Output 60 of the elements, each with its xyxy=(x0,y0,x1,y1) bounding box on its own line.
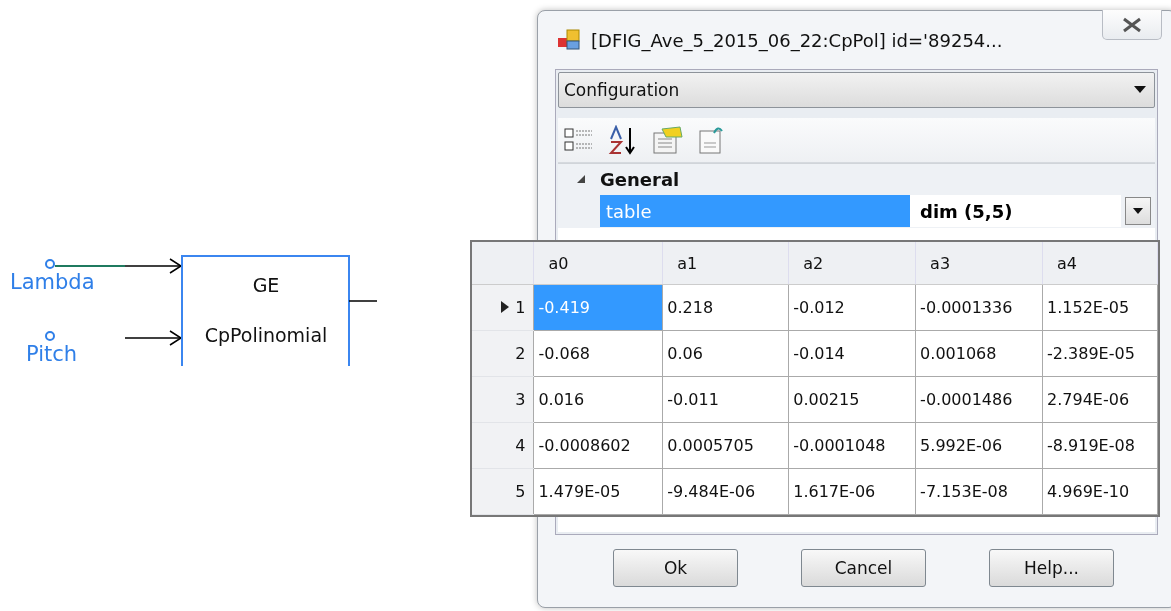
table-cell[interactable]: 1.152E-05 xyxy=(1042,284,1158,331)
table-cell[interactable]: -7.153E-08 xyxy=(915,468,1043,515)
column-header[interactable]: a4 xyxy=(1042,242,1158,285)
caret-icon xyxy=(1133,208,1143,214)
column-header[interactable]: a0 xyxy=(533,242,663,285)
port-label: Lambda xyxy=(10,270,95,294)
sort-icon[interactable] xyxy=(608,125,638,155)
categorized-icon[interactable] xyxy=(564,126,594,154)
dropdown-button[interactable] xyxy=(1125,197,1151,225)
dialog-button[interactable]: Ok xyxy=(613,549,738,587)
port-label: Pitch xyxy=(26,342,78,366)
current-row-icon xyxy=(501,301,510,313)
table-cell[interactable]: 2.794E-06 xyxy=(1042,376,1158,423)
table-cell[interactable]: -0.0001336 xyxy=(915,284,1043,331)
category-dropdown[interactable]: Configuration xyxy=(558,72,1155,108)
block-label: CpPolinomial xyxy=(204,324,328,346)
table-cell[interactable]: 1.617E-06 xyxy=(788,468,916,515)
row-header[interactable]: 4 xyxy=(472,422,534,469)
expander-icon[interactable] xyxy=(576,174,586,184)
group-heading: General xyxy=(600,168,680,190)
table-cell[interactable]: 1.479E-05 xyxy=(533,468,663,515)
column-header[interactable]: a2 xyxy=(788,242,916,285)
table-cell[interactable]: -0.0008602 xyxy=(533,422,663,469)
port-icon[interactable] xyxy=(45,259,55,269)
table-cell[interactable]: 0.016 xyxy=(533,376,663,423)
window-title: [DFIG_Ave_5_2015_06_22:CpPol] id='89254... xyxy=(591,29,1003,51)
row-header[interactable]: 1 xyxy=(472,284,534,331)
table-cell[interactable]: 4.969E-10 xyxy=(1042,468,1158,515)
property-value: dim (5,5) xyxy=(910,195,1121,227)
close-icon xyxy=(1121,16,1143,33)
table-cell[interactable]: -0.012 xyxy=(788,284,916,331)
table-cell[interactable]: 0.06 xyxy=(662,330,789,377)
table-cell[interactable]: -9.484E-06 xyxy=(662,468,789,515)
table-cell[interactable]: 0.001068 xyxy=(915,330,1043,377)
table-cell[interactable]: -0.068 xyxy=(533,330,663,377)
table-cell[interactable]: 5.992E-06 xyxy=(915,422,1043,469)
row-header[interactable]: 3 xyxy=(472,376,534,423)
close-button[interactable] xyxy=(1102,10,1162,40)
table-cell[interactable]: -0.014 xyxy=(788,330,916,377)
table-cell[interactable]: 0.00215 xyxy=(788,376,916,423)
output-line xyxy=(348,300,378,302)
table-cell[interactable]: -0.011 xyxy=(662,376,789,423)
dialog-button[interactable]: Help... xyxy=(989,549,1114,587)
column-header[interactable]: a3 xyxy=(915,242,1043,285)
pages-icon[interactable] xyxy=(698,125,726,155)
table-cell[interactable]: -8.919E-08 xyxy=(1042,422,1158,469)
table-cell[interactable]: -2.389E-05 xyxy=(1042,330,1158,377)
row-header[interactable]: 2 xyxy=(472,330,534,377)
row-header[interactable]: 5 xyxy=(472,468,534,515)
column-header[interactable]: a1 xyxy=(662,242,789,285)
block-label: GE xyxy=(252,274,280,296)
table-cell[interactable]: -0.0001048 xyxy=(788,422,916,469)
table-cell[interactable]: 0.0005705 xyxy=(662,422,789,469)
dialog-button[interactable]: Cancel xyxy=(801,549,926,587)
port-icon[interactable] xyxy=(45,331,55,341)
caret-icon xyxy=(1134,86,1146,94)
app-icon xyxy=(557,28,581,52)
table-cell[interactable]: 0.218 xyxy=(662,284,789,331)
block-body[interactable] xyxy=(181,255,350,367)
table-cell[interactable]: -0.0001486 xyxy=(915,376,1043,423)
